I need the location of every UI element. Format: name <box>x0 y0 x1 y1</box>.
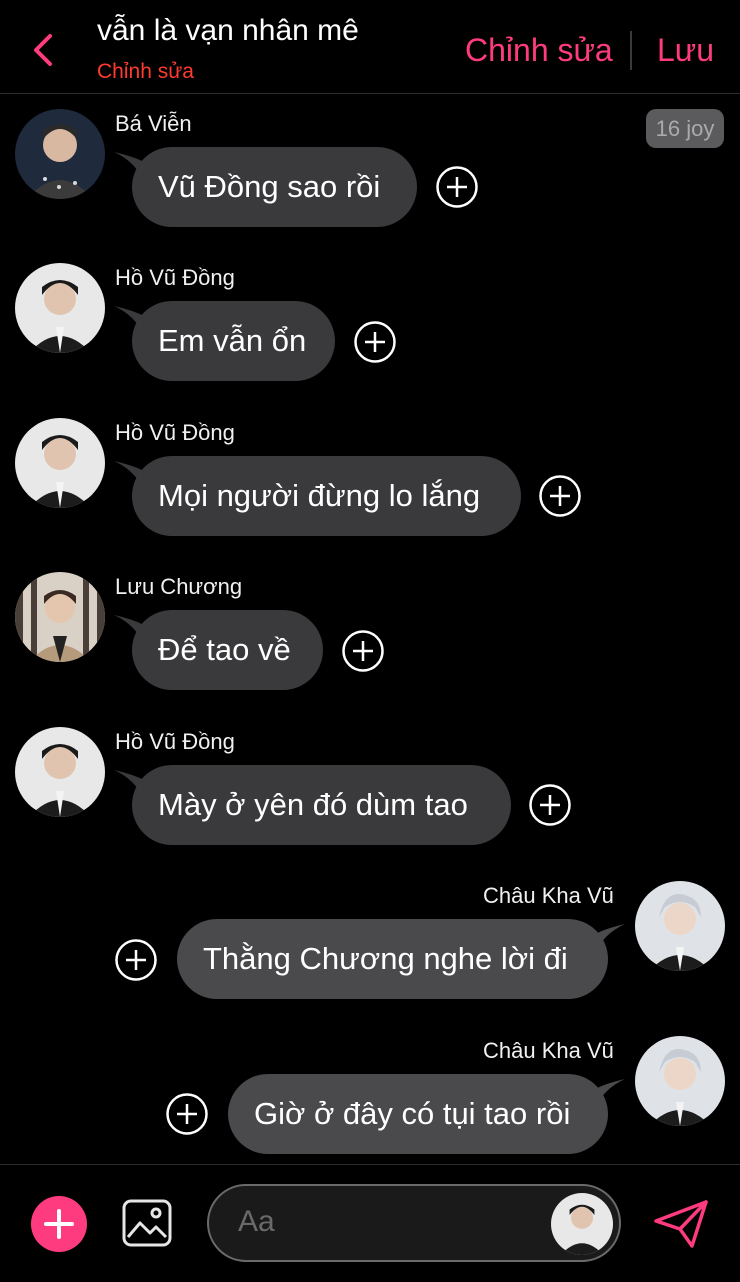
add-reaction-icon[interactable] <box>436 166 478 208</box>
add-reaction-icon[interactable] <box>115 939 157 981</box>
sender-name: Hồ Vũ Đồng <box>115 420 235 445</box>
sender-name: Lưu Chương <box>115 574 243 599</box>
save-button[interactable]: Lưu <box>657 32 714 69</box>
chat-header: vẫn là vạn nhân mê Chỉnh sửa Chỉnh sửa L… <box>0 0 740 94</box>
ho-vu-dong-avatar[interactable] <box>15 418 105 508</box>
add-reaction-icon[interactable] <box>166 1093 208 1135</box>
send-icon[interactable] <box>652 1199 710 1249</box>
luu-chuong-avatar[interactable] <box>15 572 105 662</box>
chau-kha-vu-avatar[interactable] <box>635 881 725 971</box>
message-bubble[interactable]: Giờ ở đây có tụi tao rồi <box>228 1074 608 1154</box>
sender-name: Châu Kha Vũ <box>483 1038 614 1063</box>
composer-bar: Aa <box>0 1164 740 1282</box>
chat-title: vẫn là vạn nhân mê <box>97 14 359 47</box>
sender-name: Bá Viễn <box>115 111 192 136</box>
sender-name: Hồ Vũ Đồng <box>115 729 235 754</box>
add-reaction-icon[interactable] <box>529 784 571 826</box>
message-bubble[interactable]: Em vẫn ổn <box>132 301 335 381</box>
message-bubble[interactable]: Thằng Chương nghe lời đi <box>177 919 608 999</box>
edit-button[interactable]: Chỉnh sửa <box>465 32 613 69</box>
chau-kha-vu-avatar[interactable] <box>635 1036 725 1126</box>
message-input-placeholder: Aa <box>238 1205 275 1238</box>
message-bubble[interactable]: Mọi người đừng lo lắng <box>132 456 521 536</box>
message-bubble[interactable]: Vũ Đồng sao rồi <box>132 147 417 227</box>
sender-name: Châu Kha Vũ <box>483 883 614 908</box>
sender-name: Hồ Vũ Đồng <box>115 265 235 290</box>
header-divider <box>630 31 632 70</box>
ho-vu-dong-avatar[interactable] <box>15 263 105 353</box>
chat-subtitle: Chỉnh sửa <box>97 60 194 83</box>
chevron-left-icon[interactable] <box>30 32 60 68</box>
ba-vien-avatar[interactable] <box>15 109 105 199</box>
add-reaction-icon[interactable] <box>354 321 396 363</box>
message-bubble[interactable]: Để tao về <box>132 610 323 690</box>
plus-icon <box>44 1209 74 1239</box>
image-icon[interactable] <box>122 1199 172 1247</box>
add-button[interactable] <box>31 1196 87 1252</box>
add-reaction-icon[interactable] <box>342 630 384 672</box>
add-reaction-icon[interactable] <box>539 475 581 517</box>
timestamp-badge: 16 joy <box>646 109 724 148</box>
ho-vu-dong-avatar[interactable] <box>551 1193 613 1255</box>
ho-vu-dong-avatar[interactable] <box>15 727 105 817</box>
message-bubble[interactable]: Mày ở yên đó dùm tao <box>132 765 511 845</box>
